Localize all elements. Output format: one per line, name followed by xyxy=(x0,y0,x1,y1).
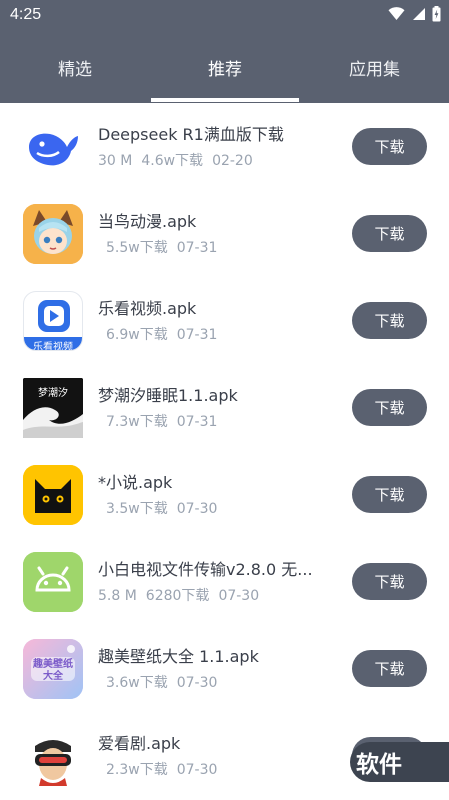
app-name[interactable]: 梦潮汐睡眠1.1.apk xyxy=(98,382,330,406)
anime-girl-icon xyxy=(23,204,83,264)
app-date: 07-30 xyxy=(176,501,218,517)
download-button[interactable]: 下载 xyxy=(352,215,427,252)
app-meta: 2.3w下载 07-30 xyxy=(106,759,226,779)
app-date: 07-31 xyxy=(176,414,218,430)
download-button[interactable]: 下载 xyxy=(352,563,427,600)
app-icon-caption: 梦潮汐 xyxy=(38,388,68,399)
download-button[interactable]: 下载 xyxy=(352,389,427,426)
app-name[interactable]: *小说.apk xyxy=(98,469,330,493)
app-date: 02-20 xyxy=(212,153,253,169)
status-time: 4:25 xyxy=(10,6,42,23)
list-item[interactable]: *小说.apk 3.5w下载 07-30 下载 xyxy=(0,451,449,538)
app-name[interactable]: 趣美壁纸大全 1.1.apk xyxy=(98,643,330,667)
lekan-video-icon: 乐看视频 xyxy=(23,291,83,351)
app-downloads: 7.3w下载 xyxy=(106,414,168,430)
app-meta: 6.9w下载 07-31 xyxy=(106,324,226,344)
app-meta: 5.8 M 6280下载 07-30 xyxy=(98,585,268,605)
active-tab-indicator xyxy=(151,98,299,102)
wallpaper-icon: 趣美壁纸大全 xyxy=(23,639,83,699)
app-name[interactable]: Deepseek R1满血版下载 xyxy=(98,121,330,145)
tab-recommended[interactable]: 推荐 xyxy=(150,32,300,103)
list-item[interactable]: 乐看视频 乐看视频.apk 6.9w下载 07-31 下载 xyxy=(0,277,449,364)
app-meta: 3.6w下载 07-30 xyxy=(106,672,226,692)
app-date: 07-31 xyxy=(176,240,218,256)
status-bar: 4:25 xyxy=(0,0,449,32)
signal-icon xyxy=(413,8,425,20)
app-downloads: 5.5w下载 xyxy=(106,240,168,256)
android-icon xyxy=(23,552,83,612)
app-size: 30 M xyxy=(98,153,133,169)
app-name[interactable]: 当鸟动漫.apk xyxy=(98,208,330,232)
app-date: 07-30 xyxy=(218,588,260,604)
download-button[interactable]: 下载 xyxy=(352,476,427,513)
app-date: 07-31 xyxy=(176,327,218,343)
app-meta: 30 M 4.6w下载 02-20 xyxy=(98,150,262,170)
app-size: 5.8 M xyxy=(98,588,137,604)
list-item[interactable]: 趣美壁纸大全 趣美壁纸大全 1.1.apk 3.6w下载 07-30 下载 xyxy=(0,625,449,712)
list-item[interactable]: Deepseek R1满血版下载 30 M 4.6w下载 02-20 下载 xyxy=(0,103,449,190)
download-button[interactable]: 下载 xyxy=(352,302,427,339)
list-item[interactable]: 当鸟动漫.apk 5.5w下载 07-31 下载 xyxy=(0,190,449,277)
vr-headset-icon xyxy=(23,726,83,786)
download-button[interactable]: 下载 xyxy=(352,650,427,687)
app-downloads: 3.6w下载 xyxy=(106,675,168,691)
black-cat-icon xyxy=(23,465,83,525)
app-meta: 5.5w下载 07-31 xyxy=(106,237,226,257)
download-button[interactable]: 下载 xyxy=(352,128,427,165)
list-item[interactable]: 小白电视文件传输v2.8.0 无... 5.8 M 6280下载 07-30 下载 xyxy=(0,538,449,625)
status-icons xyxy=(388,6,441,22)
list-item[interactable]: 梦潮汐 梦潮汐睡眠1.1.apk 7.3w下载 07-31 下载 xyxy=(0,364,449,451)
battery-charging-icon xyxy=(432,6,441,22)
watermark: 软件 xyxy=(350,742,449,782)
app-name[interactable]: 小白电视文件传输v2.8.0 无... xyxy=(98,556,330,580)
app-downloads: 4.6w下载 xyxy=(141,153,204,169)
app-downloads: 2.3w下载 xyxy=(106,762,168,778)
app-icon-caption: 乐看视频 xyxy=(33,342,73,351)
tab-bar: 精选 推荐 应用集 xyxy=(0,32,449,103)
app-name[interactable]: 爱看剧.apk xyxy=(98,730,330,754)
app-date: 07-30 xyxy=(176,762,218,778)
app-list[interactable]: Deepseek R1满血版下载 30 M 4.6w下载 02-20 下载 当鸟动漫… xyxy=(0,103,449,800)
tab-app-collections[interactable]: 应用集 xyxy=(300,32,449,103)
tab-featured[interactable]: 精选 xyxy=(0,32,150,103)
deepseek-whale-icon xyxy=(23,117,83,177)
wifi-icon xyxy=(388,7,405,20)
app-downloads: 6280下载 xyxy=(145,588,210,604)
app-downloads: 3.5w下载 xyxy=(106,501,168,517)
app-meta: 3.5w下载 07-30 xyxy=(106,498,226,518)
app-date: 07-30 xyxy=(176,675,218,691)
app-meta: 7.3w下载 07-31 xyxy=(106,411,226,431)
wave-icon: 梦潮汐 xyxy=(23,378,83,438)
app-name[interactable]: 乐看视频.apk xyxy=(98,295,330,319)
app-downloads: 6.9w下载 xyxy=(106,327,168,343)
app-icon-caption: 趣美壁纸大全 xyxy=(33,659,73,682)
